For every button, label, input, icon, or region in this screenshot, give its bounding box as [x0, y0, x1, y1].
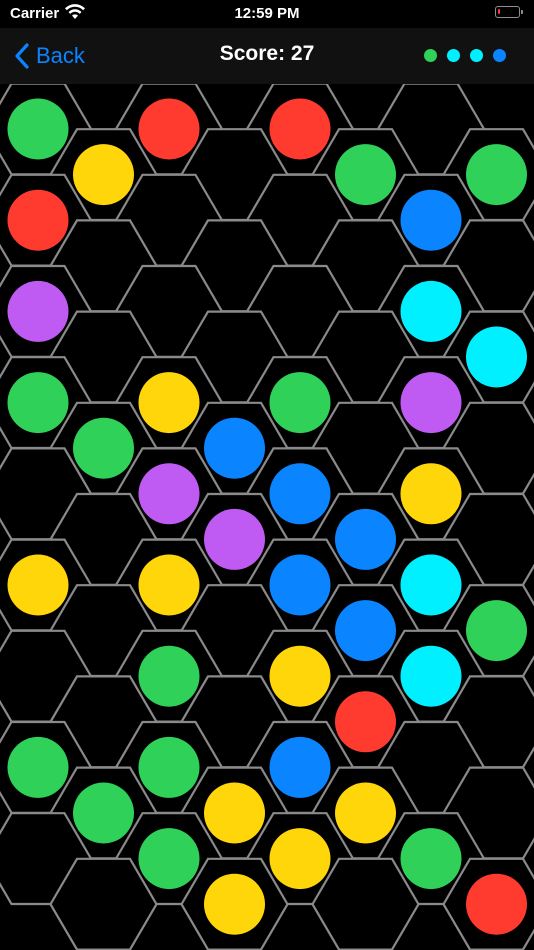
ball-green[interactable]: [7, 736, 69, 798]
ball-green[interactable]: [138, 645, 200, 707]
ball-blue[interactable]: [335, 508, 396, 570]
ball-yellow[interactable]: [204, 873, 265, 935]
ball-yellow[interactable]: [335, 782, 396, 844]
next-ball-cyan: [470, 49, 483, 62]
ball-yellow[interactable]: [7, 554, 69, 616]
ball-green[interactable]: [269, 372, 331, 434]
ball-green[interactable]: [466, 144, 527, 206]
ball-blue[interactable]: [400, 189, 462, 251]
ball-yellow[interactable]: [269, 645, 331, 707]
battery-low-icon: [495, 6, 520, 18]
clock: 12:59 PM: [234, 5, 300, 22]
ball-yellow[interactable]: [138, 554, 200, 616]
ball-yellow[interactable]: [138, 372, 200, 434]
ball-yellow[interactable]: [73, 144, 134, 206]
ball-blue[interactable]: [335, 600, 396, 662]
ball-red[interactable]: [466, 873, 527, 935]
navigation-bar: Back Score: 27: [0, 28, 534, 84]
ball-yellow[interactable]: [269, 828, 331, 890]
next-ball-cyan: [447, 49, 460, 62]
ball-green[interactable]: [335, 144, 396, 206]
ball-red[interactable]: [269, 98, 331, 160]
ball-green[interactable]: [7, 372, 69, 434]
next-ball-green: [424, 49, 437, 62]
ball-yellow[interactable]: [204, 782, 265, 844]
ball-purple[interactable]: [138, 463, 200, 525]
ball-red[interactable]: [335, 691, 396, 753]
ball-green[interactable]: [466, 600, 527, 662]
ball-blue[interactable]: [204, 417, 265, 479]
ball-red[interactable]: [138, 98, 200, 160]
ball-purple[interactable]: [400, 372, 462, 434]
battery-level-fill: [498, 9, 500, 14]
ball-yellow[interactable]: [400, 463, 462, 525]
ball-green[interactable]: [138, 736, 200, 798]
ball-blue[interactable]: [269, 463, 331, 525]
ball-blue[interactable]: [269, 554, 331, 616]
ball-red[interactable]: [7, 189, 69, 251]
ball-blue[interactable]: [269, 736, 331, 798]
ball-purple[interactable]: [7, 280, 69, 342]
ball-green[interactable]: [7, 98, 69, 160]
ball-green[interactable]: [73, 417, 134, 479]
next-ball-blue: [493, 49, 506, 62]
ball-green[interactable]: [400, 828, 462, 890]
ball-cyan[interactable]: [400, 280, 462, 342]
ball-purple[interactable]: [204, 508, 265, 570]
hex-game-board[interactable]: [0, 84, 534, 950]
status-bar: Carrier 12:59 PM: [0, 0, 534, 28]
ball-cyan[interactable]: [466, 326, 527, 388]
next-balls-preview: [424, 49, 516, 63]
ball-cyan[interactable]: [400, 645, 462, 707]
ball-green[interactable]: [73, 782, 134, 844]
ball-green[interactable]: [138, 828, 200, 890]
battery-cap: [521, 10, 523, 14]
ball-cyan[interactable]: [400, 554, 462, 616]
